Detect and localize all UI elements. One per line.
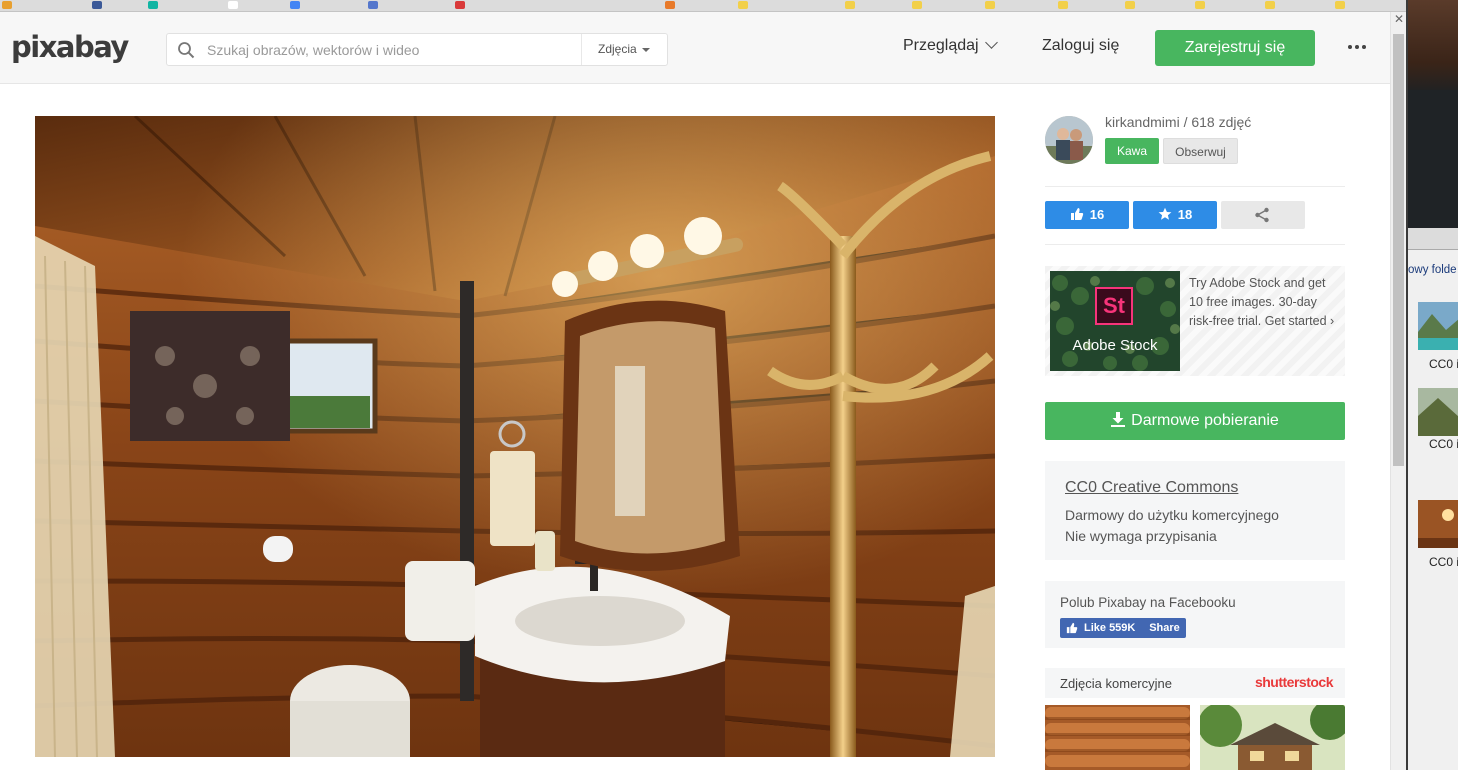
folder-icon[interactable] bbox=[1265, 1, 1275, 9]
commercial-thumbnail[interactable] bbox=[1045, 705, 1190, 770]
bookmark-icon[interactable] bbox=[148, 1, 158, 9]
page-scrollbar[interactable]: ✕ bbox=[1390, 12, 1406, 770]
folder-icon[interactable] bbox=[1335, 1, 1345, 9]
folder-icon[interactable] bbox=[985, 1, 995, 9]
bookmark-icon[interactable] bbox=[368, 1, 378, 9]
file-thumbnail[interactable] bbox=[1418, 388, 1458, 436]
divider bbox=[1045, 186, 1345, 187]
register-button[interactable]: Zarejestruj się bbox=[1155, 30, 1315, 66]
adobe-stock-brand: Adobe Stock bbox=[1072, 337, 1158, 354]
commercial-photos-label: Zdjęcia komercyjne bbox=[1060, 676, 1172, 691]
close-icon[interactable]: ✕ bbox=[1392, 12, 1406, 26]
share-button[interactable] bbox=[1221, 201, 1305, 229]
bookmark-icon[interactable] bbox=[92, 1, 102, 9]
download-label: Darmowe pobieranie bbox=[1131, 412, 1279, 429]
bookmark-icon[interactable] bbox=[455, 1, 465, 9]
adobe-stock-logo: St bbox=[1095, 287, 1133, 325]
pixabay-logo[interactable]: pixabay bbox=[11, 30, 129, 64]
folder-icon[interactable] bbox=[1125, 1, 1135, 9]
main-photo[interactable] bbox=[35, 116, 995, 757]
facebook-like-label: Like 559K bbox=[1084, 622, 1136, 634]
folder-icon[interactable] bbox=[1195, 1, 1205, 9]
folder-icon[interactable] bbox=[1058, 1, 1068, 9]
thumbs-up-icon bbox=[1066, 622, 1078, 634]
scrollbar-thumb[interactable] bbox=[1393, 34, 1404, 466]
folder-icon[interactable] bbox=[912, 1, 922, 9]
follow-button[interactable]: Obserwuj bbox=[1163, 138, 1238, 164]
file-label[interactable]: CC0 i bbox=[1429, 437, 1458, 451]
facebook-share-button[interactable]: Share bbox=[1144, 618, 1185, 638]
folder-icon[interactable] bbox=[738, 1, 748, 9]
like-button[interactable]: 16 bbox=[1045, 201, 1129, 229]
shutterstock-logo[interactable]: shutterstock bbox=[1255, 674, 1345, 690]
search-type-dropdown[interactable]: Zdjęcia bbox=[581, 34, 667, 65]
star-icon bbox=[1158, 207, 1172, 220]
browser-bookmarks-bar bbox=[0, 0, 1406, 12]
browse-menu[interactable]: Przeglądaj bbox=[903, 36, 998, 55]
like-count: 16 bbox=[1089, 207, 1105, 222]
chevron-down-icon bbox=[984, 36, 998, 49]
free-download-button[interactable]: Darmowe pobieranie bbox=[1045, 402, 1345, 440]
background-window-toolbar bbox=[1408, 90, 1458, 228]
search-input[interactable] bbox=[207, 35, 581, 64]
file-label[interactable]: CC0 i bbox=[1429, 555, 1458, 569]
site-header: pixabay Zdjęcia Przeglądaj Zaloguj się Z… bbox=[0, 12, 1390, 84]
pixabay-page: pixabay Zdjęcia Przeglądaj Zaloguj się Z… bbox=[0, 12, 1390, 770]
background-window-image bbox=[1408, 0, 1458, 90]
search-icon[interactable] bbox=[177, 41, 195, 59]
bookmark-icon[interactable] bbox=[2, 1, 12, 9]
folder-icon[interactable] bbox=[845, 1, 855, 9]
download-icon bbox=[1111, 412, 1126, 427]
commercial-thumbnail[interactable] bbox=[1200, 705, 1345, 770]
favorite-button[interactable]: 18 bbox=[1133, 201, 1217, 229]
new-folder-label[interactable]: owy folde bbox=[1408, 264, 1457, 276]
facebook-box: Polub Pixabay na Facebooku Like 559K bbox=[1045, 581, 1345, 648]
bookmark-icon[interactable] bbox=[228, 1, 238, 9]
adobe-stock-ad-image: St Adobe Stock bbox=[1050, 271, 1180, 371]
favorite-count: 18 bbox=[1177, 207, 1193, 222]
thumbs-up-icon bbox=[1070, 208, 1083, 220]
search-bar: Zdjęcia bbox=[166, 33, 668, 66]
bookmark-icon[interactable] bbox=[665, 1, 675, 9]
coffee-button[interactable]: Kawa bbox=[1105, 138, 1159, 164]
background-window-address-bar bbox=[1408, 228, 1458, 250]
author-avatar[interactable] bbox=[1045, 116, 1093, 164]
author-name-and-count[interactable]: kirkandmimi / 618 zdjęć bbox=[1105, 114, 1251, 130]
caret-down-icon bbox=[641, 47, 650, 52]
search-type-label: Zdjęcia bbox=[598, 42, 637, 56]
license-commercial-use: Darmowy do użytku komercyjnego bbox=[1065, 507, 1279, 523]
login-link[interactable]: Zaloguj się bbox=[1042, 37, 1119, 55]
file-thumbnail[interactable] bbox=[1418, 302, 1458, 350]
license-no-attribution: Nie wymaga przypisania bbox=[1065, 528, 1217, 544]
background-window: owy folde CC0 i CC0 i CC0 i bbox=[1406, 0, 1458, 770]
file-label[interactable]: CC0 i bbox=[1429, 357, 1458, 371]
bookmark-icon[interactable] bbox=[290, 1, 300, 9]
license-box: CC0 Creative Commons Darmowy do użytku k… bbox=[1045, 461, 1345, 560]
facebook-text: Polub Pixabay na Facebooku bbox=[1060, 595, 1236, 610]
divider bbox=[1045, 244, 1345, 245]
share-icon bbox=[1255, 207, 1269, 223]
license-link[interactable]: CC0 Creative Commons bbox=[1065, 479, 1238, 497]
adobe-stock-ad[interactable]: St Adobe Stock Try Adobe Stock and get 1… bbox=[1045, 266, 1345, 376]
facebook-share-label: Share bbox=[1149, 622, 1180, 634]
commercial-photos-header: Zdjęcia komercyjne shutterstock bbox=[1045, 668, 1345, 698]
more-options-icon[interactable] bbox=[1348, 45, 1370, 51]
ad-text[interactable]: Try Adobe Stock and get 10 free images. … bbox=[1189, 274, 1339, 331]
browse-label: Przeglądaj bbox=[903, 37, 979, 54]
file-thumbnail[interactable] bbox=[1418, 500, 1458, 548]
